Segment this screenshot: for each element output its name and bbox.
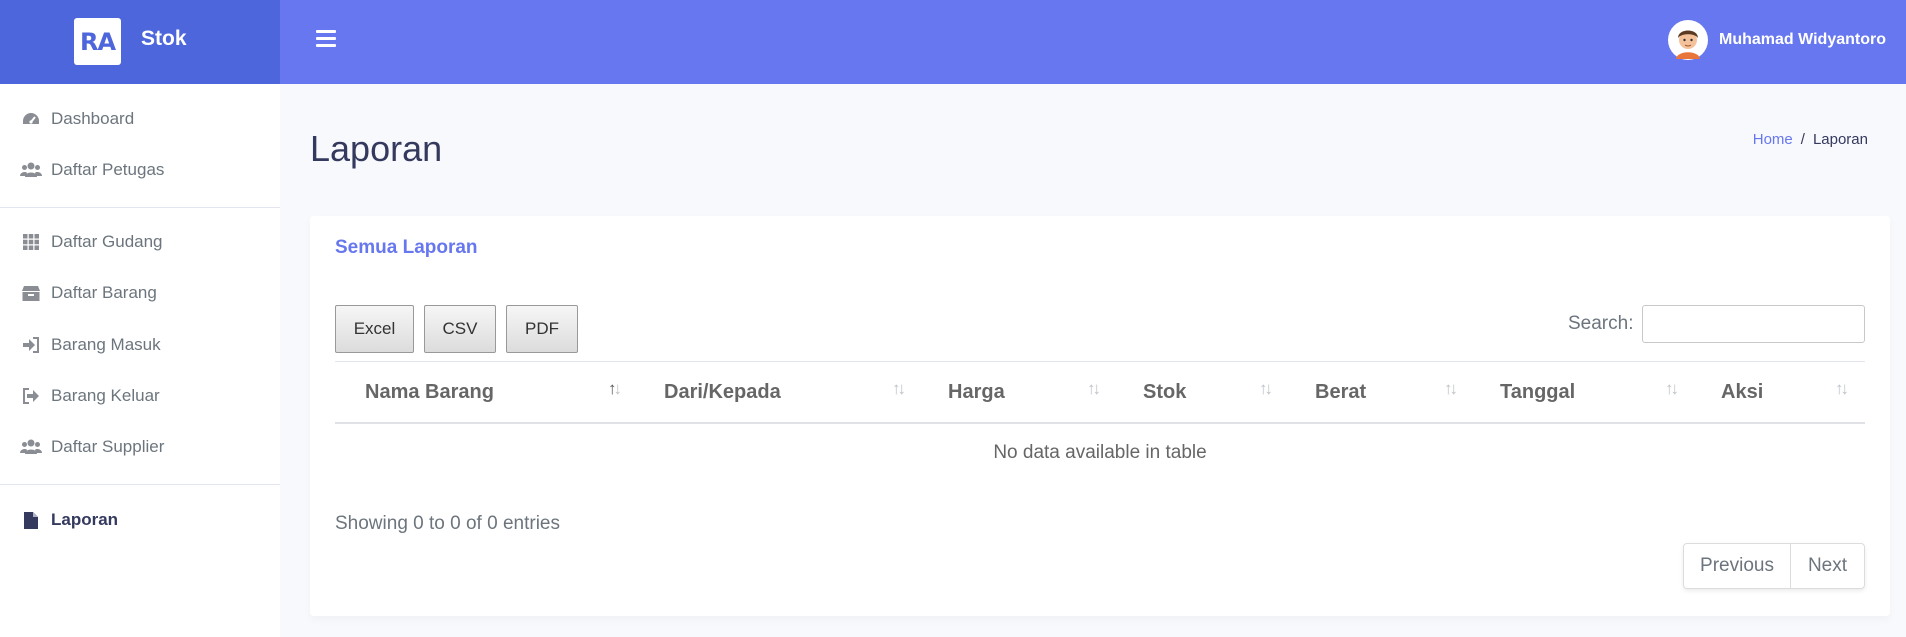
sign-out-icon	[20, 386, 42, 406]
sidebar-item-daftar-gudang[interactable]: Daftar Gudang	[0, 222, 280, 262]
column-header-label: Dari/Kepada	[664, 381, 781, 403]
sort-asc-icon: ↑↓	[608, 379, 622, 398]
sidebar-item-label: Daftar Supplier	[51, 437, 165, 456]
sidebar-divider	[0, 484, 280, 485]
table-info: Showing 0 to 0 of 0 entries	[335, 513, 560, 534]
breadcrumb: Home / Laporan	[1753, 131, 1868, 148]
column-header-harga[interactable]: Harga ↑↓	[922, 362, 1117, 423]
menu-toggle-icon[interactable]	[316, 30, 336, 48]
sidebar-item-barang-masuk[interactable]: Barang Masuk	[0, 325, 280, 365]
users-icon	[20, 160, 42, 180]
breadcrumb-separator: /	[1800, 131, 1805, 148]
column-header-label: Tanggal	[1500, 381, 1576, 403]
sidebar-item-label: Barang Masuk	[51, 335, 161, 354]
brand-logo-text: RA	[79, 27, 116, 56]
column-header-label: Nama Barang	[365, 381, 494, 403]
sidebar-item-label: Barang Keluar	[51, 386, 160, 405]
previous-page-button[interactable]: Previous	[1684, 544, 1791, 588]
brand-name: Stok	[141, 27, 187, 50]
file-icon	[20, 510, 42, 530]
sidebar-item-daftar-petugas[interactable]: Daftar Petugas	[0, 150, 280, 190]
table-header: Nama Barang ↑↓ Dari/Kepada ↑↓ Harga ↑↓ S…	[335, 361, 1865, 424]
column-header-berat[interactable]: Berat ↑↓	[1289, 362, 1474, 423]
sidebar: Dashboard Daftar Petugas Daftar Gudang D…	[0, 84, 280, 637]
users-icon	[20, 437, 42, 457]
box-icon	[20, 283, 42, 303]
column-header-label: Berat	[1315, 381, 1367, 403]
grid-icon	[20, 232, 42, 252]
search-input[interactable]	[1642, 305, 1865, 343]
sidebar-brand[interactable]: RA Stok	[0, 0, 280, 84]
card-title: Semua Laporan	[335, 237, 478, 258]
sidebar-divider	[0, 207, 280, 208]
sort-icon: ↑↓	[1835, 379, 1849, 398]
avatar-icon	[1669, 21, 1708, 59]
sort-icon: ↑↓	[1259, 379, 1273, 398]
sidebar-item-dashboard[interactable]: Dashboard	[0, 99, 280, 139]
column-header-label: Stok	[1143, 381, 1187, 403]
sort-icon: ↑↓	[892, 379, 906, 398]
sort-icon: ↑↓	[1665, 379, 1679, 398]
sign-in-icon	[20, 335, 42, 355]
sort-icon: ↑↓	[1444, 379, 1458, 398]
breadcrumb-home-link[interactable]: Home	[1753, 131, 1793, 148]
page-title: Laporan	[310, 128, 443, 169]
brand-logo: RA	[74, 18, 121, 65]
search-label: Search:	[1568, 313, 1634, 334]
sidebar-item-laporan[interactable]: Laporan	[0, 500, 280, 540]
pagination: Previous Next	[1683, 543, 1865, 589]
column-header-label: Harga	[948, 381, 1005, 403]
column-header-aksi[interactable]: Aksi ↑↓	[1695, 362, 1865, 423]
user-name: Muhamad Widyantoro	[1719, 31, 1886, 48]
sidebar-item-label: Dashboard	[51, 109, 135, 128]
gauge-icon	[20, 109, 42, 129]
sidebar-item-label: Daftar Gudang	[51, 232, 163, 251]
column-header-label: Aksi	[1721, 381, 1764, 403]
sidebar-item-label: Daftar Barang	[51, 283, 157, 302]
sidebar-item-label: Laporan	[51, 510, 119, 529]
export-pdf-button[interactable]: PDF	[506, 305, 578, 353]
next-page-button[interactable]: Next	[1791, 544, 1864, 588]
empty-table-message: No data available in table	[993, 442, 1207, 463]
topbar: Muhamad Widyantoro	[280, 0, 1906, 84]
report-card: Semua Laporan Excel CSV PDF Search: Nama…	[310, 216, 1890, 616]
breadcrumb-current: Laporan	[1812, 131, 1868, 148]
export-excel-button[interactable]: Excel	[335, 305, 414, 353]
column-header-nama-barang[interactable]: Nama Barang ↑↓	[335, 362, 638, 423]
sort-icon: ↑↓	[1087, 379, 1101, 398]
user-menu[interactable]: Muhamad Widyantoro	[1668, 19, 1886, 61]
sidebar-item-daftar-barang[interactable]: Daftar Barang	[0, 273, 280, 313]
avatar	[1668, 20, 1709, 60]
sidebar-item-barang-keluar[interactable]: Barang Keluar	[0, 376, 280, 416]
export-csv-button[interactable]: CSV	[424, 305, 496, 353]
column-header-tanggal[interactable]: Tanggal ↑↓	[1474, 362, 1695, 423]
column-header-dari-kepada[interactable]: Dari/Kepada ↑↓	[638, 362, 922, 423]
column-header-stok[interactable]: Stok ↑↓	[1117, 362, 1289, 423]
sidebar-item-label: Daftar Petugas	[51, 160, 165, 179]
sidebar-item-daftar-supplier[interactable]: Daftar Supplier	[0, 427, 280, 467]
